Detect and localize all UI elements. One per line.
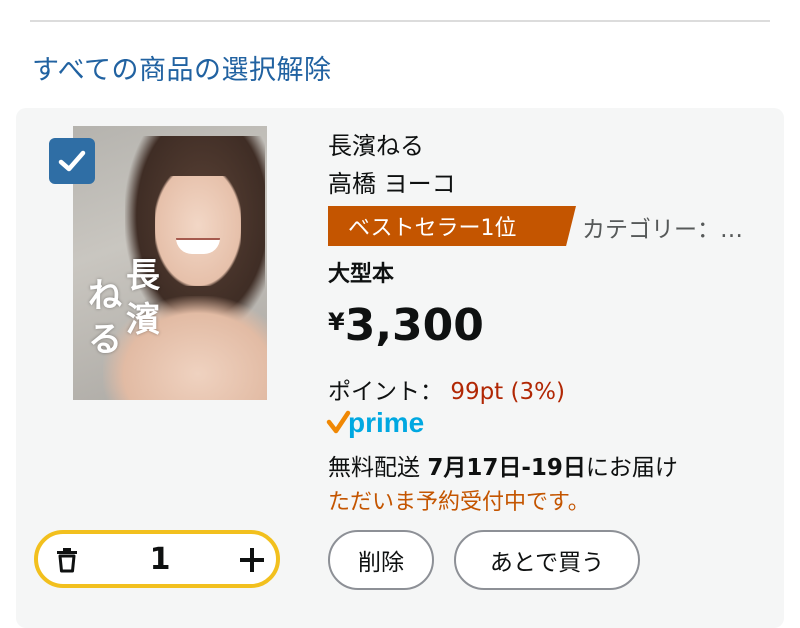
preorder-note: ただいま予約受付中です。 xyxy=(328,490,590,515)
save-for-later-button[interactable]: あとで買う xyxy=(454,530,640,590)
delivery-dates: 7月17日-19日 xyxy=(427,455,586,481)
points-row: ポイント： 99pt (3%) xyxy=(328,372,565,406)
cover-title-col2: ねる xyxy=(88,276,122,360)
item-price: ¥3,300 xyxy=(328,300,484,351)
bestseller-category[interactable]: カテゴリー：… xyxy=(582,210,743,244)
bestseller-badge-label: ベストセラー1位 xyxy=(348,216,517,241)
cover-photo-face xyxy=(155,176,241,286)
trash-icon[interactable] xyxy=(54,547,80,573)
checkmark-icon xyxy=(58,150,86,172)
item-title[interactable]: 長濱ねる xyxy=(328,126,424,161)
item-author: 高橋 ヨーコ xyxy=(328,170,456,198)
delete-button-label: 削除 xyxy=(358,550,404,576)
points-value: 99pt (3%) xyxy=(450,379,565,405)
price-amount: 3,300 xyxy=(344,300,484,351)
plus-icon[interactable] xyxy=(238,546,266,574)
points-label: ポイント： xyxy=(328,379,443,405)
bestseller-badge: ベストセラー1位 xyxy=(328,206,576,246)
delivery-suffix: にお届け xyxy=(585,455,678,481)
quantity-stepper: 1 xyxy=(34,530,280,588)
cover-title-col1: 長濱 xyxy=(126,256,160,340)
delivery-info: 無料配送 7月17日-19日にお届け xyxy=(328,448,678,482)
prime-check-icon: prime xyxy=(326,407,424,438)
book-cover-image[interactable]: 長濱 ねる xyxy=(73,126,267,400)
prime-logo: prime xyxy=(326,406,442,444)
top-divider xyxy=(30,20,770,22)
save-for-later-label: あとで買う xyxy=(489,550,605,576)
delivery-prefix: 無料配送 xyxy=(328,455,420,481)
item-select-checkbox[interactable] xyxy=(49,138,95,184)
deselect-all-link[interactable]: すべての商品の選択解除 xyxy=(32,48,332,87)
delete-button[interactable]: 削除 xyxy=(328,530,434,590)
prime-text: prime xyxy=(348,407,424,438)
price-currency-symbol: ¥ xyxy=(328,308,345,336)
quantity-value: 1 xyxy=(149,542,171,577)
item-format: 大型本 xyxy=(328,262,395,287)
